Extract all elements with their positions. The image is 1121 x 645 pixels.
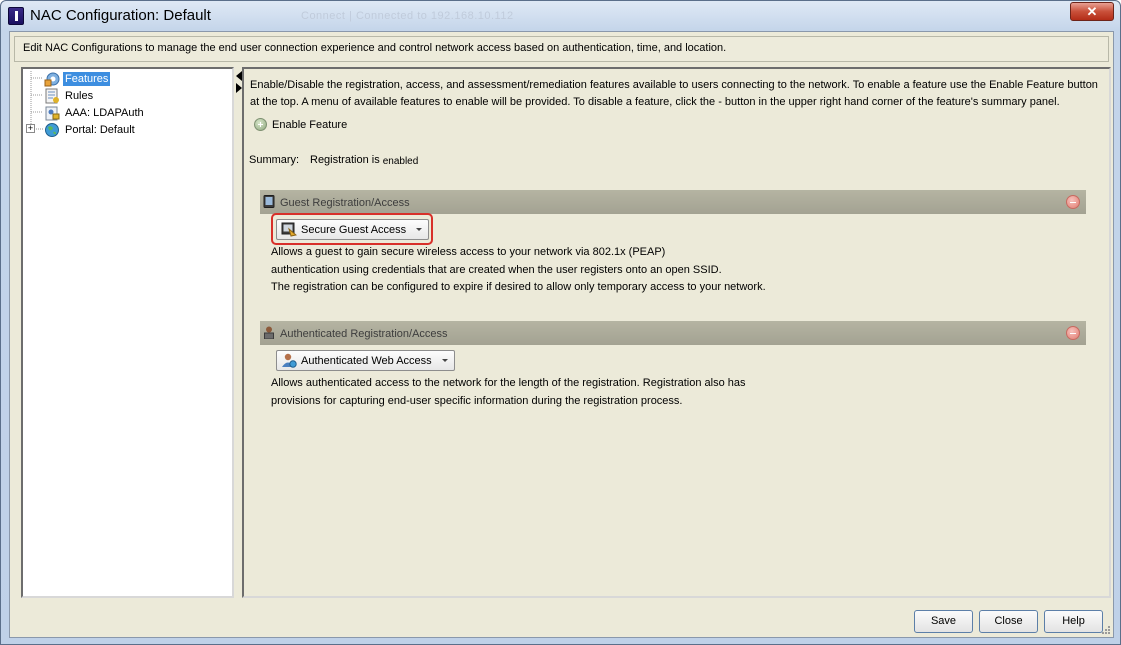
title-bar[interactable]: NAC Configuration: Default Connect | Con… bbox=[1, 1, 1120, 31]
feature-description: Allows a guest to gain secure wireless a… bbox=[271, 244, 971, 297]
intro-line: Enable/Disable the registration, access,… bbox=[250, 79, 1098, 91]
enable-feature-label: Enable Feature bbox=[272, 118, 348, 131]
summary-label: Summary: bbox=[249, 154, 300, 166]
feature-header-label: Authenticated Registration/Access bbox=[280, 328, 448, 340]
close-button[interactable]: Close bbox=[979, 610, 1038, 633]
app-icon bbox=[8, 7, 24, 25]
description-line: Allows authenticated access to the netwo… bbox=[271, 377, 746, 389]
features-icon bbox=[44, 71, 61, 87]
authenticated-web-access-dropdown[interactable]: Authenticated Web Access bbox=[276, 350, 455, 371]
features-intro-text: Enable/Disable the registration, access,… bbox=[250, 77, 1100, 111]
window-title: NAC Configuration: Default bbox=[30, 7, 211, 24]
summary-status: enabled bbox=[382, 156, 419, 167]
chevron-down-icon bbox=[416, 228, 423, 231]
dropdown-label: Authenticated Web Access bbox=[301, 354, 432, 367]
chevron-down-icon bbox=[441, 359, 448, 362]
tree-item-aaa-ldapauth[interactable]: AAA: LDAPAuth bbox=[44, 104, 146, 121]
tree-item-label: AAA: LDAPAuth bbox=[65, 106, 144, 119]
description-line: Allows a guest to gain secure wireless a… bbox=[271, 246, 666, 258]
user-lock-icon bbox=[263, 326, 275, 340]
navigation-tree: Features Rules AAA: LDAPAuth + Portal: D… bbox=[21, 67, 234, 598]
intro-line: at the top. A menu of available features… bbox=[250, 96, 1060, 108]
add-circle-icon bbox=[254, 118, 267, 131]
secure-guest-icon bbox=[281, 222, 298, 237]
summary-value: Registration is bbox=[310, 154, 380, 166]
features-panel: Enable/Disable the registration, access,… bbox=[242, 67, 1111, 598]
secure-guest-access-dropdown[interactable]: Secure Guest Access bbox=[276, 219, 430, 240]
resize-grip-icon[interactable] bbox=[1101, 625, 1111, 635]
tree-item-portal-default[interactable]: Portal: Default bbox=[44, 121, 137, 138]
tree-item-label: Rules bbox=[65, 89, 94, 102]
aaa-icon bbox=[44, 105, 61, 121]
background-window-title: Connect | Connected to 192.168.10.112 bbox=[301, 10, 514, 22]
description-line: authentication using credentials that ar… bbox=[271, 263, 722, 276]
feature-description: Allows authenticated access to the netwo… bbox=[271, 375, 971, 410]
rules-icon bbox=[44, 88, 61, 104]
tree-item-label: Features bbox=[63, 71, 111, 86]
tablet-icon bbox=[263, 195, 275, 208]
feature-header: Guest Registration/Access bbox=[260, 190, 1086, 214]
save-button[interactable]: Save bbox=[914, 610, 973, 633]
remove-feature-button[interactable] bbox=[1066, 326, 1080, 340]
description-banner: Edit NAC Configurations to manage the en… bbox=[14, 36, 1109, 62]
tree-item-features[interactable]: Features bbox=[44, 70, 111, 87]
dropdown-label: Secure Guest Access bbox=[301, 223, 407, 236]
feature-header-label: Guest Registration/Access bbox=[280, 197, 410, 209]
globe-icon bbox=[44, 122, 61, 138]
tree-expand-toggle[interactable]: + bbox=[26, 124, 35, 133]
enable-feature-button[interactable]: Enable Feature bbox=[254, 118, 347, 131]
nac-configuration-window: NAC Configuration: Default Connect | Con… bbox=[0, 0, 1121, 645]
user-globe-icon bbox=[281, 353, 297, 368]
feature-header: Authenticated Registration/Access bbox=[260, 321, 1086, 345]
tree-item-rules[interactable]: Rules bbox=[44, 87, 95, 104]
remove-feature-button[interactable] bbox=[1066, 195, 1080, 209]
feature-panel-authenticated-registration: Authenticated Registration/Access Authen… bbox=[260, 321, 1086, 416]
feature-panel-guest-registration: Guest Registration/Access Secure Guest A… bbox=[260, 190, 1086, 300]
summary-row: Summary: Registration is enabled bbox=[249, 154, 419, 167]
help-button[interactable]: Help bbox=[1044, 610, 1103, 633]
tree-item-label: Portal: Default bbox=[65, 123, 135, 136]
window-close-button[interactable]: ✕ bbox=[1070, 2, 1114, 21]
description-line: provisions for capturing end-user specif… bbox=[271, 394, 683, 407]
description-line: The registration can be configured to ex… bbox=[271, 281, 766, 293]
dialog-body: Edit NAC Configurations to manage the en… bbox=[9, 31, 1114, 638]
